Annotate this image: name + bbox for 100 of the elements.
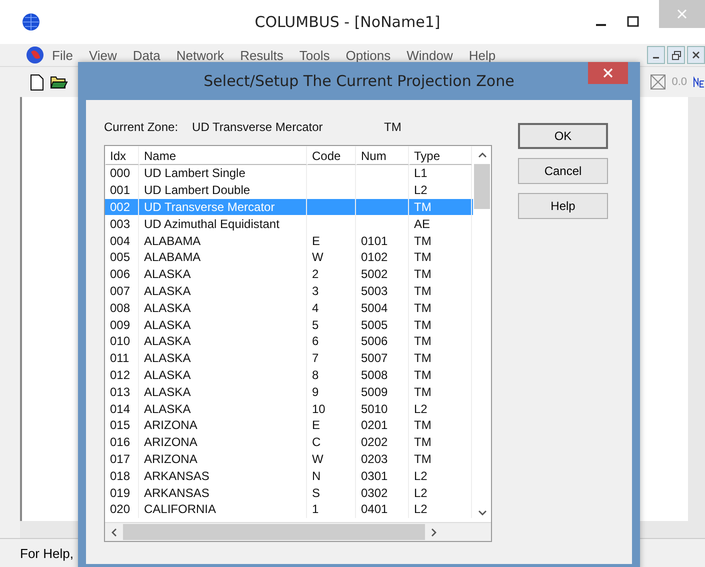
table-cell: 009 xyxy=(110,318,130,332)
north-east-icon[interactable] xyxy=(693,76,705,88)
table-row[interactable]: 013 ALASKA 9 5009 TM xyxy=(105,383,473,400)
table-cell: 8 xyxy=(312,368,319,382)
table-row[interactable]: 015 ARIZONA E 0201 TM xyxy=(105,416,473,434)
table-row[interactable]: 016 ARIZONA C 0202 TM xyxy=(105,434,473,451)
table-cell: TM xyxy=(414,384,432,399)
minimize-button[interactable] xyxy=(647,46,665,64)
table-cell: 0102 xyxy=(361,250,388,264)
dialog-button[interactable]: OK xyxy=(518,123,608,149)
table-cell: 004 xyxy=(110,234,130,248)
table-cell: 017 xyxy=(110,452,130,466)
table-row[interactable]: 012 ALASKA 8 5008 TM xyxy=(105,366,473,384)
table-cell: 0101 xyxy=(361,234,388,248)
menu-item[interactable]: Network xyxy=(168,48,232,62)
status-text: For Help, xyxy=(20,546,74,560)
table-cell: TM xyxy=(414,318,432,332)
table-cell: ALASKA xyxy=(144,284,191,298)
maximize-icon[interactable] xyxy=(627,16,639,28)
table-cell: 10 xyxy=(312,402,326,416)
close-icon xyxy=(692,51,700,59)
table-cell: 013 xyxy=(110,384,130,399)
table-cell: 5003 xyxy=(361,284,388,298)
dialog-button[interactable]: Cancel xyxy=(518,158,608,184)
table-cell: ARIZONA xyxy=(144,435,198,450)
column-header[interactable]: Num xyxy=(356,146,409,165)
horizontal-scrollbar[interactable] xyxy=(105,522,491,541)
table-row[interactable]: 003 UD Azimuthal Equidistant AE xyxy=(105,215,473,232)
column-header[interactable]: Idx xyxy=(105,146,139,165)
table-cell: 0203 xyxy=(361,452,388,466)
box-cross-icon[interactable] xyxy=(650,74,666,90)
table-row[interactable]: 011 ALASKA 7 5007 TM xyxy=(105,350,473,367)
dialog-button[interactable]: Help xyxy=(518,193,608,219)
scroll-left-icon[interactable] xyxy=(111,528,117,536)
scroll-thumb[interactable] xyxy=(123,524,425,540)
table-row[interactable]: 010 ALASKA 6 5006 TM xyxy=(105,332,473,350)
table-cell: L2 xyxy=(414,502,428,516)
table-row[interactable]: 000 UD Lambert Single L1 xyxy=(105,165,473,182)
table-cell: TM xyxy=(414,368,432,382)
table-cell: ALASKA xyxy=(144,318,191,332)
open-folder-icon[interactable] xyxy=(50,74,68,90)
table-row[interactable]: 005 ALABAMA W 0102 TM xyxy=(105,248,473,266)
table-cell: TM xyxy=(414,351,432,366)
new-file-icon[interactable] xyxy=(30,74,44,90)
restore-button[interactable] xyxy=(667,46,685,64)
table-cell: 006 xyxy=(110,267,130,282)
scroll-up-icon[interactable] xyxy=(478,152,486,158)
table-row[interactable]: 018 ARKANSAS N 0301 L2 xyxy=(105,467,473,484)
table-row[interactable]: 007 ALASKA 3 5003 TM xyxy=(105,282,473,300)
menu-item[interactable]: Tools xyxy=(291,48,338,62)
table-cell: 016 xyxy=(110,435,130,450)
menu-item[interactable]: Options xyxy=(338,48,399,62)
menu-item[interactable]: File xyxy=(44,48,81,62)
table-cell: TM xyxy=(414,418,432,432)
table-cell: ALASKA xyxy=(144,267,191,282)
close-button[interactable] xyxy=(588,62,628,84)
table-cell: E xyxy=(312,234,320,248)
column-header[interactable]: Name xyxy=(139,146,307,165)
table-cell: 014 xyxy=(110,402,130,416)
table-cell: 4 xyxy=(312,300,319,315)
menu-item[interactable]: Help xyxy=(460,48,504,62)
menu-item[interactable]: View xyxy=(80,48,125,62)
table-cell: 5010 xyxy=(361,402,388,416)
table-row[interactable]: 004 ALABAMA E 0101 TM xyxy=(105,232,473,249)
table-cell: 9 xyxy=(312,384,319,399)
table-cell: 5009 xyxy=(361,384,388,399)
table-cell: 5002 xyxy=(361,267,388,282)
table-cell: TM xyxy=(414,234,432,248)
column-header[interactable]: Code xyxy=(307,146,356,165)
table-cell: 7 xyxy=(312,351,319,366)
table-row[interactable]: 009 ALASKA 5 5005 TM xyxy=(105,316,473,333)
table-row[interactable]: 008 ALASKA 4 5004 TM xyxy=(105,299,473,316)
table-row[interactable]: 019 ARKANSAS S 0302 L2 xyxy=(105,484,473,501)
table-cell: ALASKA xyxy=(144,334,191,348)
table-cell: ALASKA xyxy=(144,300,191,315)
table-cell: AE xyxy=(414,216,430,231)
table-cell: 0201 xyxy=(361,418,388,432)
close-button[interactable] xyxy=(687,46,705,64)
scroll-right-icon[interactable] xyxy=(431,528,437,536)
table-cell: ALASKA xyxy=(144,368,191,382)
table-row[interactable]: 020 CALIFORNIA 1 0401 L2 xyxy=(105,500,473,518)
table-row[interactable]: 017 ARIZONA W 0203 TM xyxy=(105,450,473,468)
table-cell: ARIZONA xyxy=(144,452,198,466)
readout-value: 0.0 xyxy=(672,76,687,88)
restore-icon xyxy=(672,50,680,60)
table-cell: L2 xyxy=(414,402,428,416)
table-cell: ARKANSAS xyxy=(144,468,210,483)
menu-item[interactable]: Window xyxy=(398,48,461,62)
current-zone-name: UD Transverse Mercator xyxy=(192,120,324,134)
table-cell: UD Transverse Mercator xyxy=(144,200,275,214)
scroll-down-icon[interactable] xyxy=(478,510,486,516)
table-cell: 008 xyxy=(110,300,130,315)
column-header[interactable]: Type xyxy=(409,146,472,165)
table-cell: TM xyxy=(414,452,432,466)
menu-item[interactable]: Results xyxy=(232,48,292,62)
menu-item[interactable]: Data xyxy=(124,48,168,62)
scroll-thumb[interactable] xyxy=(474,164,490,209)
table-row[interactable]: 006 ALASKA 2 5002 TM xyxy=(105,266,473,283)
table-row[interactable]: 014 ALASKA 10 5010 L2 xyxy=(105,400,473,417)
table-cell: TM xyxy=(414,250,432,264)
